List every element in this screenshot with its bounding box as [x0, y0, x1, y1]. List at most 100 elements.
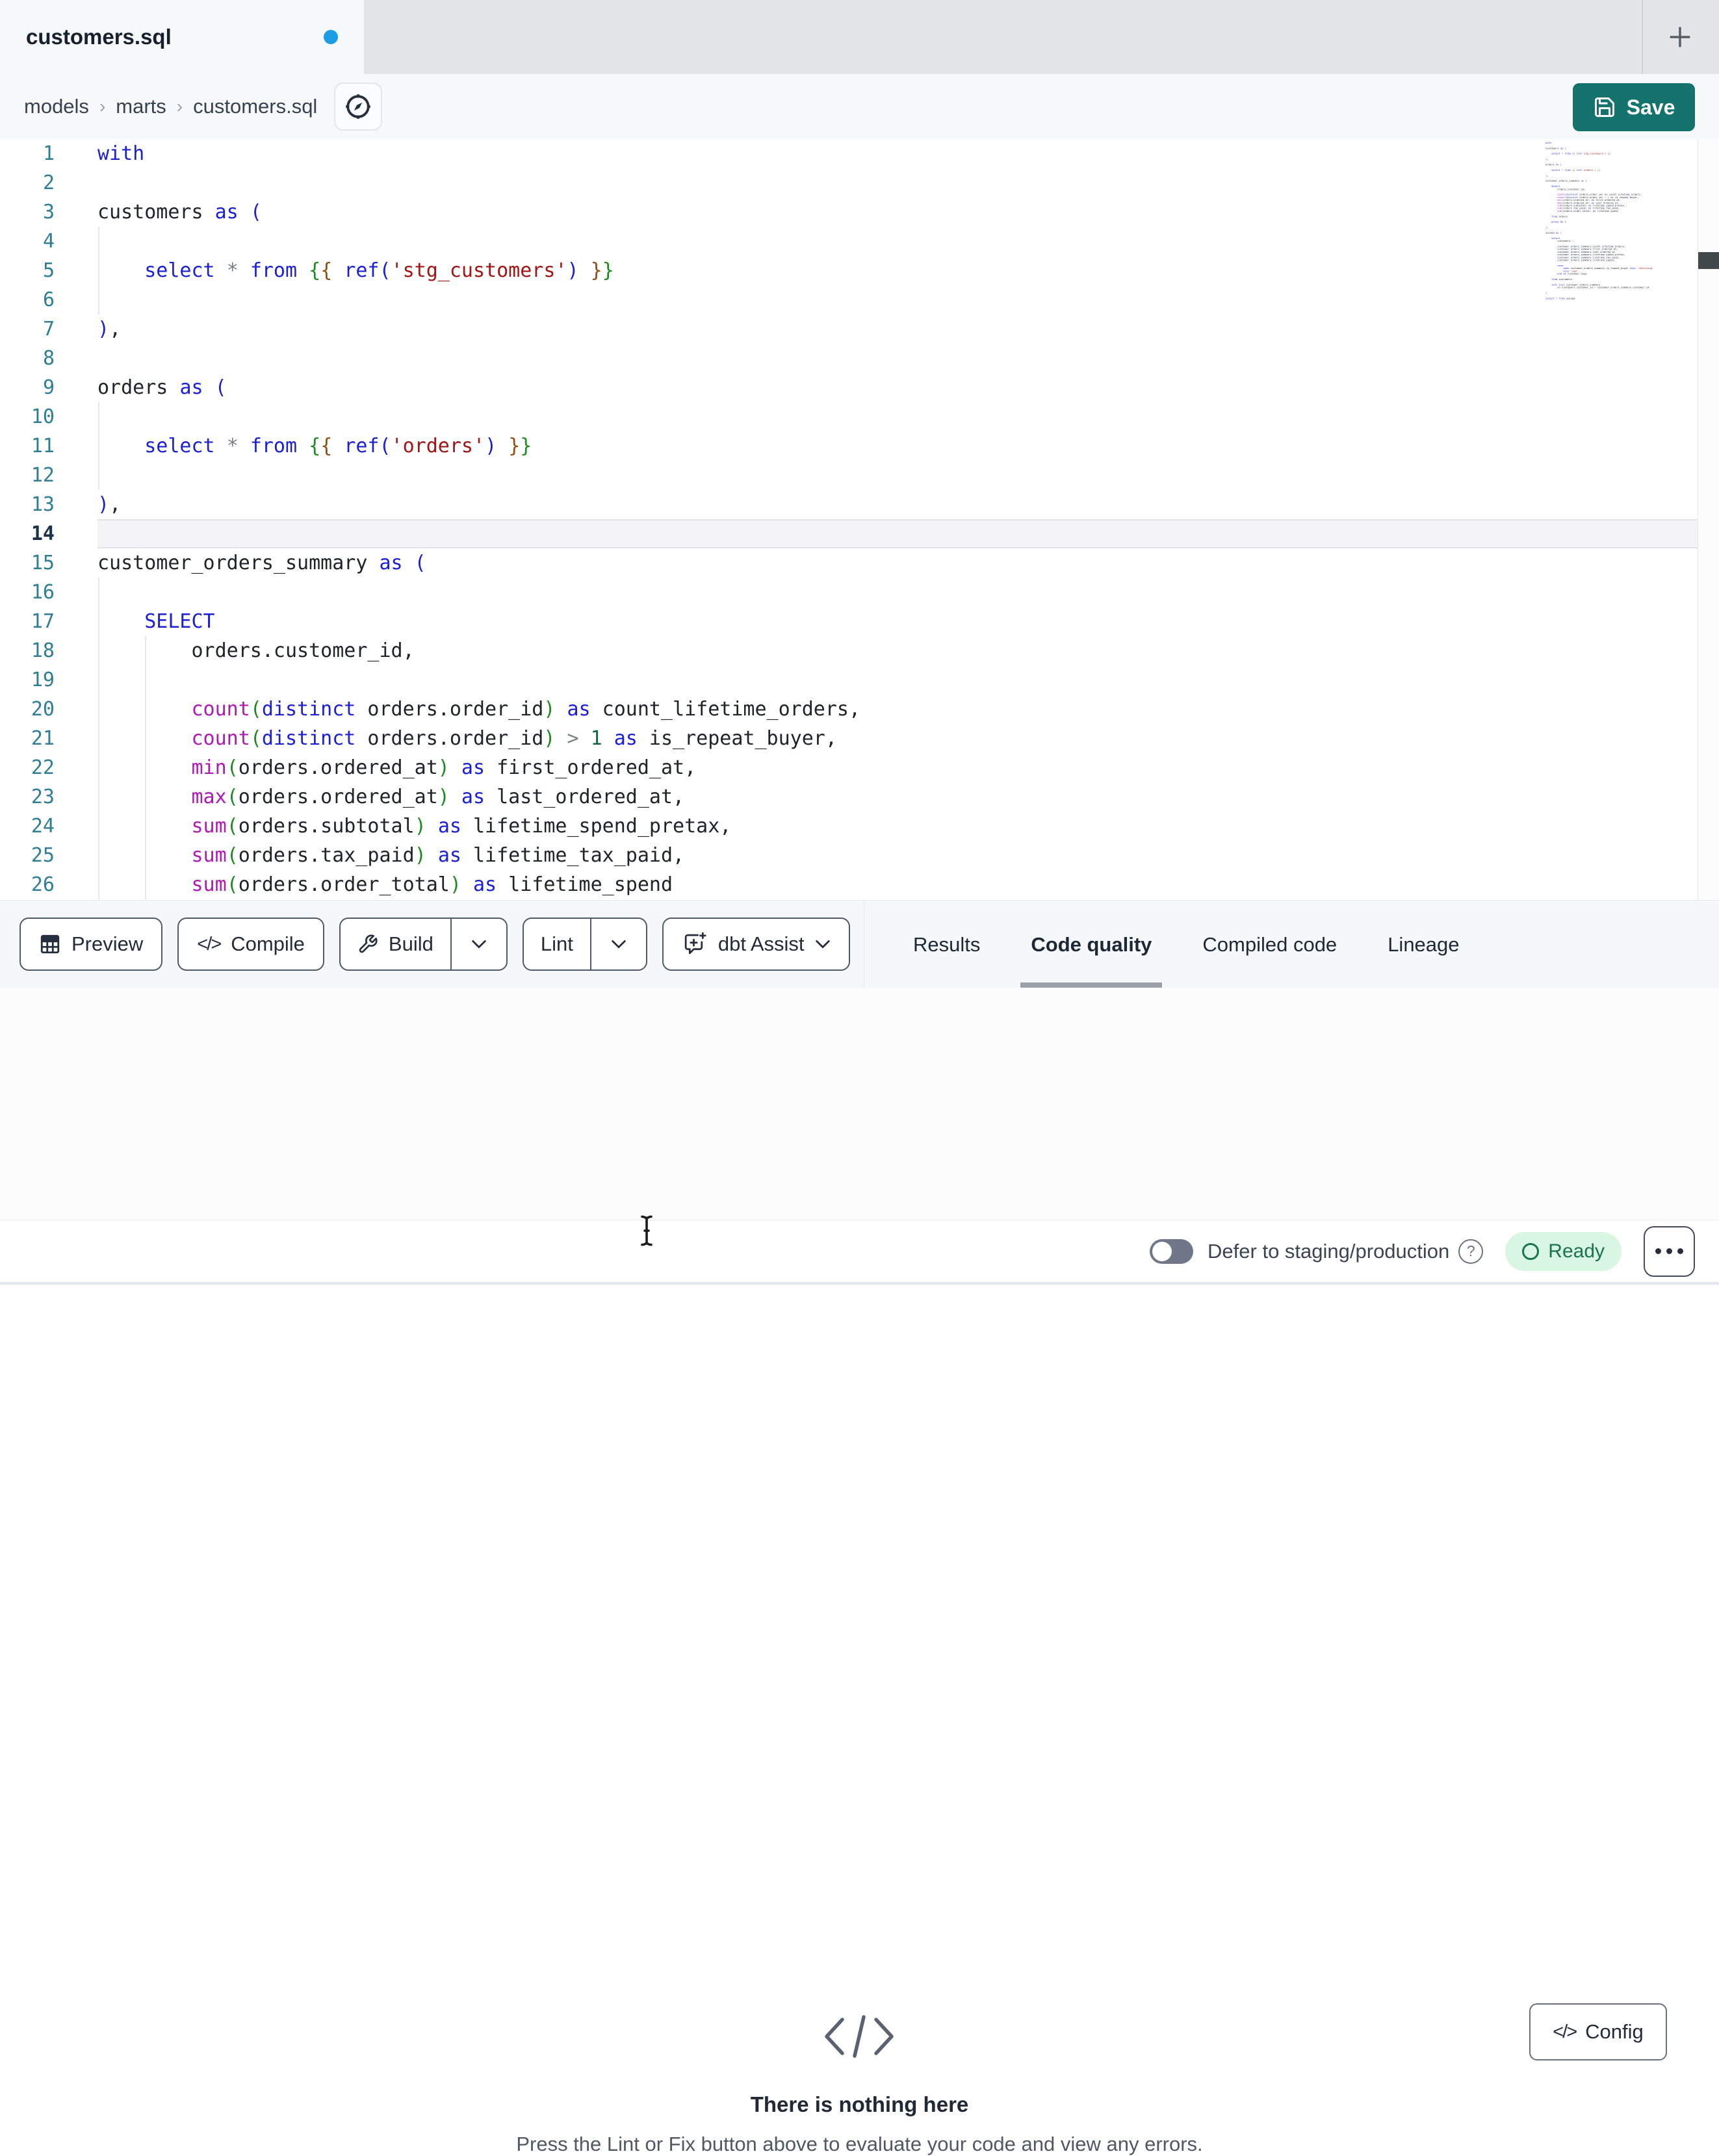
empty-state-title: There is nothing here: [750, 2092, 969, 2116]
line-number[interactable]: 26: [0, 870, 55, 899]
open-lineage-button[interactable]: [334, 83, 383, 131]
lint-button[interactable]: Lint: [524, 919, 590, 969]
line-number[interactable]: 14: [0, 519, 55, 548]
line-number[interactable]: 21: [0, 724, 55, 753]
line-number[interactable]: 17: [0, 607, 55, 636]
scrollbar-thumb[interactable]: [1698, 252, 1719, 269]
active-code-line[interactable]: [97, 519, 1698, 548]
code-line[interactable]: sum(orders.tax_paid) as lifetime_tax_pai…: [97, 841, 1698, 870]
code-line[interactable]: customers as (: [97, 198, 1698, 227]
line-number[interactable]: 23: [0, 782, 55, 812]
code-line[interactable]: max(orders.ordered_at) as last_ordered_a…: [97, 782, 1698, 812]
save-icon: [1594, 97, 1614, 117]
code-slash-icon: [825, 2015, 894, 2058]
compile-label: Compile: [231, 932, 305, 955]
line-number[interactable]: 13: [0, 490, 55, 519]
config-button[interactable]: </> Config: [1529, 2003, 1667, 2060]
lint-dropdown-button[interactable]: [589, 919, 646, 969]
code-line[interactable]: select * from {{ ref('orders') }}: [97, 431, 1698, 461]
tab-bar-divider: [1642, 0, 1643, 74]
tab-compiled-code[interactable]: Compiled code: [1192, 901, 1347, 988]
indent-guide: [98, 578, 99, 899]
line-number[interactable]: 22: [0, 753, 55, 782]
code-line[interactable]: min(orders.ordered_at) as first_ordered_…: [97, 753, 1698, 782]
code-line[interactable]: select * from {{ ref('stg_customers') }}: [97, 256, 1698, 285]
line-number[interactable]: 11: [0, 431, 55, 461]
empty-state-description: Press the Lint or Fix button above to ev…: [516, 2133, 1203, 2155]
code-line[interactable]: sum(orders.order_total) as lifetime_spen…: [97, 870, 1698, 899]
overflow-menu-button[interactable]: [1644, 1226, 1695, 1277]
line-number[interactable]: 12: [0, 461, 55, 490]
line-number[interactable]: 20: [0, 695, 55, 724]
save-label: Save: [1626, 95, 1675, 119]
line-number[interactable]: 3: [0, 198, 55, 227]
preview-button[interactable]: Preview: [19, 918, 163, 971]
dbt-assist-button[interactable]: dbt Assist: [662, 918, 850, 971]
line-number[interactable]: 15: [0, 548, 55, 578]
line-number[interactable]: 1: [0, 139, 55, 168]
code-line[interactable]: [97, 402, 1698, 431]
line-number[interactable]: 6: [0, 285, 55, 314]
line-number[interactable]: 8: [0, 344, 55, 373]
line-number[interactable]: 25: [0, 841, 55, 870]
minimap-line: select * from joined: [1545, 297, 1575, 300]
code-line[interactable]: ),: [97, 490, 1698, 519]
code-line[interactable]: [97, 578, 1698, 607]
line-number[interactable]: 19: [0, 665, 55, 695]
code-lines[interactable]: with customers as ( select * from {{ ref(…: [55, 139, 1698, 899]
line-number[interactable]: 4: [0, 227, 55, 256]
build-split-button: Build: [339, 918, 508, 971]
code-line[interactable]: customer_orders_summary as (: [97, 548, 1698, 578]
chevron-down-icon: [472, 940, 486, 949]
code-line[interactable]: count(distinct orders.order_id) > 1 as i…: [97, 724, 1698, 753]
line-number[interactable]: 7: [0, 314, 55, 344]
help-icon[interactable]: ?: [1458, 1238, 1484, 1264]
defer-toggle[interactable]: [1150, 1238, 1194, 1264]
compile-button[interactable]: </> Compile: [177, 918, 324, 971]
minimap[interactable]: with customers as ( select * from {{ ref(…: [1545, 142, 1695, 337]
code-line[interactable]: [97, 344, 1698, 373]
toggle-knob: [1152, 1241, 1172, 1261]
line-number[interactable]: 24: [0, 812, 55, 841]
line-number[interactable]: 18: [0, 636, 55, 665]
build-button[interactable]: Build: [341, 919, 450, 969]
file-tab[interactable]: customers.sql: [0, 0, 364, 74]
editor-scrollbar[interactable]: [1698, 139, 1719, 900]
code-line[interactable]: [97, 227, 1698, 256]
code-line[interactable]: orders.customer_id,: [97, 636, 1698, 665]
line-number[interactable]: 5: [0, 256, 55, 285]
plus-icon: [1670, 27, 1690, 47]
unsaved-indicator-dot: [324, 30, 338, 44]
code-line[interactable]: sum(orders.subtotal) as lifetime_spend_p…: [97, 812, 1698, 841]
line-number[interactable]: 9: [0, 373, 55, 402]
breadcrumb-item-marts[interactable]: marts: [116, 95, 166, 118]
line-number[interactable]: 16: [0, 578, 55, 607]
code-line[interactable]: [97, 168, 1698, 198]
code-line[interactable]: [97, 665, 1698, 695]
breadcrumb-item-file: customers.sql: [193, 95, 318, 118]
code-line[interactable]: count(distinct orders.order_id) as count…: [97, 695, 1698, 724]
code-line[interactable]: [97, 285, 1698, 314]
wrench-icon: [359, 934, 378, 953]
file-tab-title: customers.sql: [26, 25, 172, 49]
build-dropdown-button[interactable]: [450, 919, 506, 969]
breadcrumb-item-models[interactable]: models: [24, 95, 89, 118]
breadcrumb-row: models › marts › customers.sql Save: [0, 74, 1719, 139]
tab-results[interactable]: Results: [903, 901, 990, 988]
code-line[interactable]: with: [97, 139, 1698, 168]
line-number[interactable]: 2: [0, 168, 55, 198]
line-number-gutter: 1 2 3 4 5 6 7 8 9 10 11 12 13 14 15 16 17 18 19 20 21 22 23 24 2…: [0, 139, 55, 899]
save-button[interactable]: Save: [1573, 83, 1695, 131]
tab-lineage[interactable]: Lineage: [1377, 901, 1469, 988]
dbt-ide-window: { "window": { "title_tab": "customers.sq…: [0, 0, 1719, 2155]
tab-code-quality[interactable]: Code quality: [1020, 901, 1163, 988]
breadcrumb-separator: ›: [99, 96, 106, 116]
code-editor[interactable]: 1 2 3 4 5 6 7 8 9 10 11 12 13 14 15 16 17 18 19 20 21 22 23 24 2…: [0, 139, 1719, 900]
new-tab-button[interactable]: [1661, 18, 1699, 56]
code-line[interactable]: SELECT: [97, 607, 1698, 636]
line-number[interactable]: 10: [0, 402, 55, 431]
code-line[interactable]: [97, 461, 1698, 490]
code-line[interactable]: ),: [97, 314, 1698, 344]
build-label: Build: [388, 932, 433, 955]
code-line[interactable]: orders as (: [97, 373, 1698, 402]
